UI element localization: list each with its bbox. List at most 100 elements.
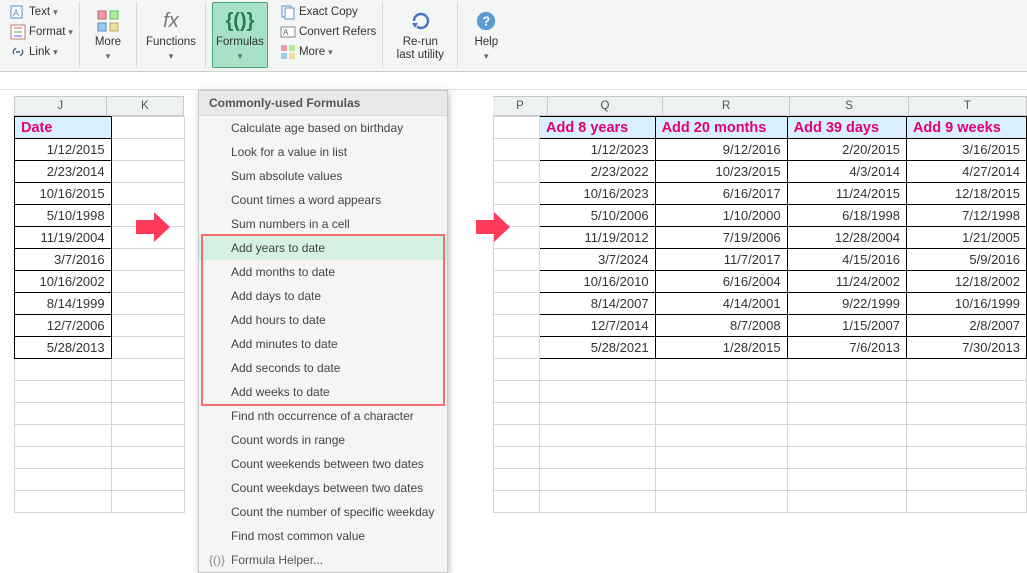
cell[interactable]: 4/27/2014 xyxy=(906,161,1026,183)
cell[interactable]: 11/24/2002 xyxy=(787,271,906,293)
cell[interactable]: 4/3/2014 xyxy=(787,161,906,183)
cell[interactable]: 3/7/2024 xyxy=(540,249,656,271)
cell[interactable]: 10/16/2010 xyxy=(540,271,656,293)
right-header-cell[interactable]: Add 8 years xyxy=(540,117,656,139)
cell[interactable] xyxy=(655,447,787,469)
cell[interactable] xyxy=(906,491,1026,513)
col-header-S[interactable]: S xyxy=(790,96,908,116)
cell[interactable] xyxy=(493,161,539,183)
cell[interactable] xyxy=(906,425,1026,447)
cell[interactable]: 4/15/2016 xyxy=(787,249,906,271)
cell[interactable]: 7/30/2013 xyxy=(906,337,1026,359)
formulas-button[interactable]: {()} Formulas ▾ xyxy=(212,2,268,68)
cell[interactable] xyxy=(111,249,184,271)
exact-copy-button[interactable]: Exact Copy xyxy=(280,2,376,22)
cell[interactable]: 2/8/2007 xyxy=(906,315,1026,337)
cell[interactable]: 8/14/1999 xyxy=(15,293,112,315)
cell[interactable] xyxy=(493,491,539,513)
cell[interactable] xyxy=(15,425,112,447)
menu-item[interactable]: Count times a word appears xyxy=(199,188,447,212)
cell[interactable]: 1/15/2007 xyxy=(787,315,906,337)
cell[interactable]: 12/18/2002 xyxy=(906,271,1026,293)
cell[interactable] xyxy=(493,271,539,293)
menu-item[interactable]: Calculate age based on birthday xyxy=(199,116,447,140)
cell[interactable]: 10/16/2023 xyxy=(540,183,656,205)
formula-helper-item[interactable]: {()} Formula Helper... xyxy=(199,548,447,572)
cell[interactable] xyxy=(493,359,539,381)
cell[interactable] xyxy=(655,359,787,381)
cell[interactable] xyxy=(540,381,656,403)
cell[interactable]: 7/19/2006 xyxy=(655,227,787,249)
menu-item[interactable]: Count weekends between two dates xyxy=(199,452,447,476)
cell[interactable]: 3/16/2015 xyxy=(906,139,1026,161)
help-button[interactable]: ? Help ▾ xyxy=(464,2,508,68)
cell[interactable]: 10/16/1999 xyxy=(906,293,1026,315)
cell[interactable] xyxy=(493,447,539,469)
cell[interactable]: 2/23/2022 xyxy=(540,161,656,183)
cell[interactable] xyxy=(111,161,184,183)
cell[interactable] xyxy=(111,381,184,403)
cell[interactable] xyxy=(493,381,539,403)
cell[interactable] xyxy=(493,117,539,139)
menu-item[interactable]: Add months to date xyxy=(199,260,447,284)
cell[interactable] xyxy=(655,381,787,403)
menu-item[interactable]: Add days to date xyxy=(199,284,447,308)
col-header-R[interactable]: R xyxy=(663,96,791,116)
cell[interactable] xyxy=(540,447,656,469)
cell[interactable]: 5/28/2013 xyxy=(15,337,112,359)
cell[interactable]: 6/18/1998 xyxy=(787,205,906,227)
cell[interactable] xyxy=(493,139,539,161)
cell[interactable] xyxy=(15,403,112,425)
cell[interactable] xyxy=(111,469,184,491)
cell[interactable]: 6/16/2004 xyxy=(655,271,787,293)
text-dropdown[interactable]: A Text ▾ xyxy=(10,2,73,22)
cell[interactable] xyxy=(540,491,656,513)
cell[interactable] xyxy=(111,425,184,447)
link-dropdown[interactable]: Link ▾ xyxy=(10,42,73,62)
menu-item[interactable]: Sum numbers in a cell xyxy=(199,212,447,236)
menu-item[interactable]: Add weeks to date xyxy=(199,380,447,404)
cell[interactable] xyxy=(111,337,184,359)
cell[interactable] xyxy=(15,491,112,513)
col-header-T[interactable]: T xyxy=(909,96,1027,116)
cell[interactable] xyxy=(111,117,184,139)
functions-button[interactable]: fx Functions ▾ xyxy=(143,2,199,68)
cell[interactable]: 12/28/2004 xyxy=(787,227,906,249)
menu-item[interactable]: Count the number of specific weekday xyxy=(199,500,447,524)
cell[interactable] xyxy=(787,381,906,403)
cell[interactable]: 2/23/2014 xyxy=(15,161,112,183)
cell[interactable]: 7/6/2013 xyxy=(787,337,906,359)
right-header-cell[interactable]: Add 9 weeks xyxy=(906,117,1026,139)
cell[interactable] xyxy=(15,447,112,469)
menu-item[interactable]: Add hours to date xyxy=(199,308,447,332)
cell[interactable]: 3/7/2016 xyxy=(15,249,112,271)
cell[interactable]: 9/22/1999 xyxy=(787,293,906,315)
cell[interactable]: 1/21/2005 xyxy=(906,227,1026,249)
cell[interactable] xyxy=(111,491,184,513)
cell[interactable] xyxy=(493,249,539,271)
cell[interactable] xyxy=(493,403,539,425)
cell[interactable]: 1/12/2015 xyxy=(15,139,112,161)
cell[interactable] xyxy=(906,447,1026,469)
cell[interactable] xyxy=(540,469,656,491)
cell[interactable] xyxy=(787,425,906,447)
cell[interactable] xyxy=(493,469,539,491)
cell[interactable] xyxy=(111,183,184,205)
cell[interactable]: 1/28/2015 xyxy=(655,337,787,359)
menu-item[interactable]: Sum absolute values xyxy=(199,164,447,188)
cell[interactable]: 12/7/2006 xyxy=(15,315,112,337)
cell[interactable] xyxy=(493,315,539,337)
cell[interactable]: 12/7/2014 xyxy=(540,315,656,337)
cell[interactable]: 12/18/2015 xyxy=(906,183,1026,205)
cell[interactable] xyxy=(540,425,656,447)
menu-item[interactable]: Add seconds to date xyxy=(199,356,447,380)
cell[interactable]: 5/10/1998 xyxy=(15,205,112,227)
cell[interactable] xyxy=(787,359,906,381)
col-header-P[interactable]: P xyxy=(493,96,549,116)
cell[interactable] xyxy=(15,381,112,403)
menu-item[interactable]: Find nth occurrence of a character xyxy=(199,404,447,428)
cell[interactable] xyxy=(15,359,112,381)
cell[interactable] xyxy=(906,403,1026,425)
cell[interactable]: 5/10/2006 xyxy=(540,205,656,227)
cell[interactable]: 10/16/2015 xyxy=(15,183,112,205)
